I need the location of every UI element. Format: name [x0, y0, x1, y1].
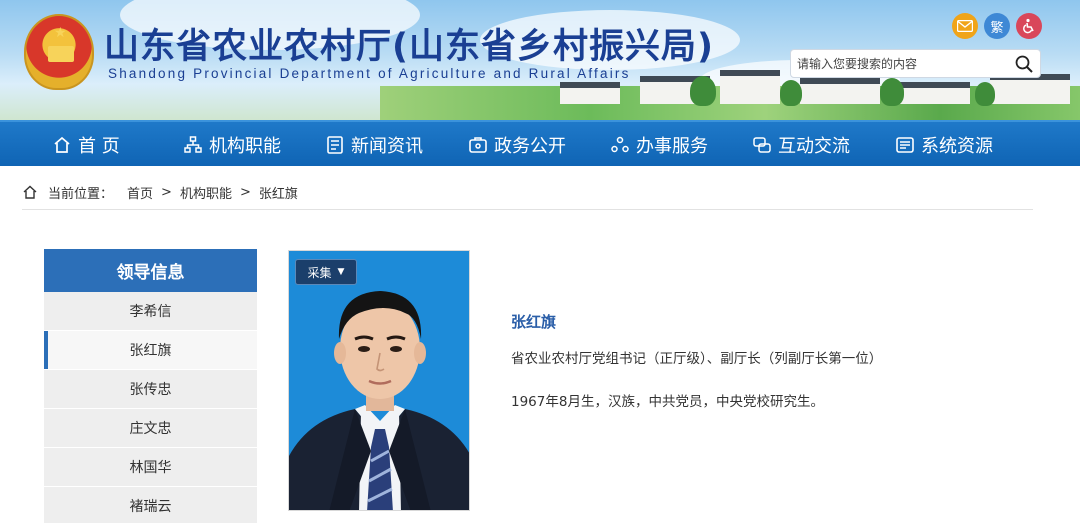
person-bio: 1967年8月生，汉族，中共党员，中央党校研究生。	[511, 394, 824, 410]
nav-item-system-resource[interactable]: 系统资源	[895, 122, 993, 168]
site-subtitle: Shandong Provincial Department of Agricu…	[108, 66, 631, 81]
sidebar-list: 李希信 张红旗 张传忠 庄文忠 林国华 褚瑞云	[44, 292, 257, 523]
traditional-chinese-icon[interactable]: 繁	[984, 13, 1010, 39]
breadcrumb-separator: >	[239, 184, 251, 200]
home-icon	[54, 136, 70, 153]
nav-item-interaction[interactable]: 互动交流	[752, 122, 850, 168]
nav-item-service[interactable]: 办事服务	[610, 122, 708, 168]
national-emblem-icon: ★	[24, 14, 94, 90]
site-title[interactable]: 山东省农业农村厅(山东省乡村振兴局)	[104, 18, 714, 69]
caret-down-icon: ▼	[337, 267, 345, 277]
nav-item-label: 办事服务	[636, 136, 708, 157]
search-input[interactable]	[797, 54, 1007, 74]
sidebar-item-zhuangwenzhong[interactable]: 庄文忠	[44, 409, 257, 448]
interaction-icon	[753, 137, 771, 153]
system-resource-icon	[896, 137, 914, 153]
nav-item-label: 新闻资讯	[351, 136, 423, 157]
nav-item-open-affairs[interactable]: 政务公开	[468, 122, 566, 168]
nav-item-news[interactable]: 新闻资讯	[325, 122, 423, 168]
sidebar-item-zhanghongqi[interactable]: 张红旗	[44, 331, 257, 370]
accessibility-icon[interactable]	[1016, 13, 1042, 39]
sidebar-item-zhangchuanzhong[interactable]: 张传忠	[44, 370, 257, 409]
breadcrumb-prefix: 当前位置：	[48, 186, 114, 202]
breadcrumb-link-home[interactable]: 首页	[127, 183, 153, 202]
open-affairs-icon	[469, 137, 487, 153]
person-title: 省农业农村厅党组书记（正厅级）、副厅长（列副厅长第一位）	[511, 351, 883, 367]
breadcrumb-current[interactable]: 张红旗	[259, 183, 298, 202]
breadcrumb: 当前位置： 首页 > 机构职能 > 张红旗	[22, 182, 298, 202]
search-icon[interactable]	[1014, 54, 1034, 74]
collect-label: 采集	[307, 265, 332, 280]
main-nav: 首 页 机构职能 新闻资讯 政务公开 办事服务 互动交流 系统资源	[0, 120, 1080, 166]
top-utility-icons: 繁	[952, 13, 1042, 39]
sidebar-heading: 领导信息	[44, 249, 257, 292]
nav-item-label: 首 页	[78, 136, 120, 157]
breadcrumb-link-org[interactable]: 机构职能	[180, 183, 232, 202]
org-chart-icon	[184, 136, 202, 153]
home-icon	[23, 185, 37, 199]
breadcrumb-separator: >	[161, 184, 172, 200]
person-name: 张红旗	[511, 313, 557, 331]
collect-button[interactable]: 采集 ▼	[295, 259, 357, 285]
mail-icon[interactable]	[952, 13, 978, 39]
news-icon	[327, 136, 343, 154]
search-box	[790, 49, 1041, 78]
service-icon	[611, 136, 629, 153]
nav-item-label: 系统资源	[921, 136, 993, 157]
nav-item-label: 互动交流	[778, 136, 850, 157]
sidebar-item-churuiyun[interactable]: 褚瑞云	[44, 487, 257, 523]
nav-item-label: 政务公开	[494, 136, 566, 157]
nav-item-home[interactable]: 首 页	[52, 122, 120, 168]
nav-item-org[interactable]: 机构职能	[183, 122, 281, 168]
sidebar-item-lixixin[interactable]: 李希信	[44, 292, 257, 331]
portrait-image	[289, 251, 469, 510]
portrait-photo: 采集 ▼	[288, 250, 470, 511]
nav-item-label: 机构职能	[209, 136, 281, 157]
sidebar-item-linguohua[interactable]: 林国华	[44, 448, 257, 487]
divider	[22, 209, 1033, 210]
